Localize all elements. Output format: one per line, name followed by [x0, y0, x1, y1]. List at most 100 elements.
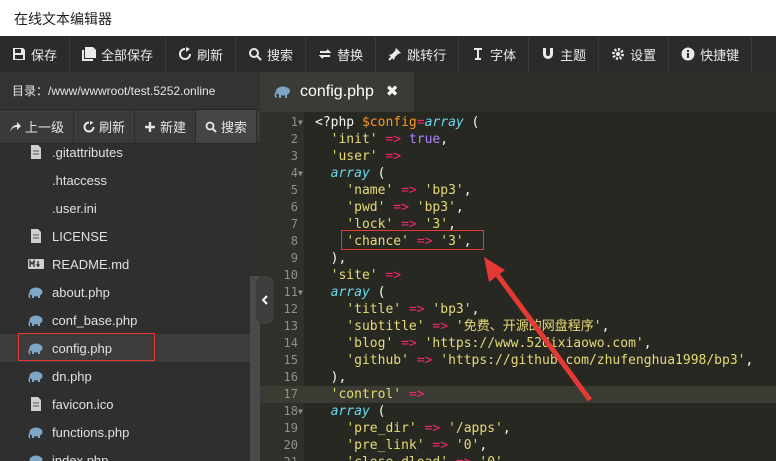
- file-name: favicon.ico: [52, 396, 114, 412]
- pin-icon: [388, 47, 402, 61]
- code-text: array (: [330, 166, 386, 181]
- code-text: ),: [315, 370, 347, 385]
- php-elephant-icon: [28, 368, 44, 384]
- markdown-icon: [28, 256, 44, 272]
- settings-label: 设置: [630, 47, 657, 63]
- file-item-about[interactable]: about.php: [0, 278, 250, 306]
- fold-arrow-icon[interactable]: ▼: [298, 403, 303, 420]
- title-bar: 在线文本编辑器: [0, 0, 776, 36]
- file-item-license[interactable]: LICENSE: [0, 222, 250, 250]
- file-name: .user.ini: [52, 200, 97, 216]
- code-line: 18 ▼ array (: [260, 403, 776, 420]
- code-line: 19 'pre_dir' => '/apps',: [260, 420, 776, 437]
- file-sidebar: 目录：/www/wwwroot/test.5252.online 上一级 刷新 …: [0, 72, 260, 461]
- directory-path: 目录：/www/wwwroot/test.5252.online: [0, 72, 260, 110]
- file-item-functions[interactable]: functions.php: [0, 418, 250, 446]
- line-number: 21: [260, 454, 298, 461]
- tab-config-php[interactable]: config.php ✖: [260, 72, 414, 112]
- goto-line-button[interactable]: 跳转行: [376, 36, 460, 72]
- search-label: 搜索: [267, 47, 294, 63]
- code-line: 13 'subtitle' => '免费、开源的网盘程序',: [260, 318, 776, 335]
- window-title: 在线文本编辑器: [14, 11, 112, 27]
- code-text: 'title' => 'bp3',: [346, 302, 480, 317]
- code-text: 'pre_link' => '0',: [346, 438, 488, 453]
- code-text: ),: [315, 251, 347, 266]
- annotation-box-chance-line: [341, 230, 484, 250]
- refresh-button[interactable]: 刷新: [166, 36, 237, 72]
- magnet-icon: [541, 47, 555, 61]
- shortcuts-button[interactable]: 快捷键: [669, 36, 753, 72]
- parent-dir-label: 上一级: [25, 120, 65, 135]
- settings-button[interactable]: 设置: [599, 36, 670, 72]
- code-text: 'pre_dir' => '/apps',: [346, 421, 511, 436]
- collapse-sidebar-button[interactable]: [256, 276, 274, 324]
- refresh-icon: [178, 47, 192, 61]
- php-elephant-icon: [274, 86, 290, 99]
- save-icon: [12, 47, 26, 61]
- plus-icon: [145, 121, 156, 132]
- save-button[interactable]: 保存: [0, 36, 71, 72]
- search-button[interactable]: 搜索: [236, 36, 307, 72]
- code-text: 'user' =>: [330, 149, 402, 164]
- file-item-index[interactable]: index.php: [0, 446, 250, 461]
- info-icon: [681, 47, 695, 61]
- code-text: 'control' =>: [330, 387, 425, 402]
- theme-button[interactable]: 主题: [529, 36, 600, 72]
- close-icon[interactable]: ✖: [386, 84, 400, 99]
- code-text: <?php $config=array (: [315, 115, 480, 130]
- code-line: 16 ),: [260, 369, 776, 386]
- file-item-conf-base[interactable]: conf_base.php: [0, 306, 250, 334]
- line-number: 14: [283, 336, 298, 350]
- code-line: 11 ▼ array (: [260, 284, 776, 301]
- file-icon: [28, 144, 44, 160]
- code-line: 9 ),: [260, 250, 776, 267]
- file-name: about.php: [52, 284, 110, 300]
- fold-arrow-icon[interactable]: ▼: [298, 284, 303, 301]
- line-number: 8: [290, 234, 298, 248]
- line-number: 4: [290, 166, 298, 180]
- code-line: 4 ▼ array (: [260, 165, 776, 182]
- line-number: 7: [290, 217, 298, 231]
- refresh-icon: [83, 120, 95, 132]
- code-area[interactable]: 1 ▼ <?php $config=array ( 2 'init' => tr…: [260, 112, 776, 461]
- file-icon: [28, 396, 44, 412]
- save-all-button[interactable]: 全部保存: [70, 36, 167, 72]
- code-text: array (: [330, 285, 386, 300]
- file-icon: [28, 228, 44, 244]
- fold-arrow-icon[interactable]: ▼: [298, 114, 303, 131]
- gear-icon: [611, 47, 625, 61]
- sidebar-refresh-label: 刷新: [99, 120, 126, 135]
- php-elephant-icon: [28, 284, 44, 300]
- code-text: 'site' =>: [330, 268, 402, 283]
- file-list: .gitattributes .htaccess .user.ini LICEN…: [0, 138, 250, 461]
- save-all-icon: [82, 47, 97, 61]
- line-number: 5: [290, 183, 298, 197]
- new-file-label: 新建: [160, 120, 187, 135]
- replace-button[interactable]: 替换: [306, 36, 377, 72]
- replace-label: 替换: [337, 47, 364, 63]
- code-line: 10 'site' =>: [260, 267, 776, 284]
- file-item-readme[interactable]: README.md: [0, 250, 250, 278]
- code-text: 'pwd' => 'bp3',: [346, 200, 464, 215]
- file-item-gitattributes[interactable]: .gitattributes: [0, 138, 250, 166]
- file-item-user-ini[interactable]: .user.ini: [0, 194, 250, 222]
- font-button[interactable]: 字体: [459, 36, 530, 72]
- save-label: 保存: [31, 47, 58, 63]
- line-number: 19: [283, 421, 298, 435]
- code-line-current: 17 'control' =>: [260, 386, 776, 403]
- file-name: README.md: [52, 256, 130, 272]
- file-name: index.php: [52, 452, 109, 461]
- file-item-favicon[interactable]: favicon.ico: [0, 390, 250, 418]
- line-number: 15: [283, 353, 298, 367]
- php-elephant-icon: [28, 312, 44, 328]
- file-item-dn[interactable]: dn.php: [0, 362, 250, 390]
- fold-arrow-icon[interactable]: ▼: [298, 165, 303, 182]
- font-label: 字体: [490, 47, 517, 63]
- code-line: 5 'name' => 'bp3',: [260, 182, 776, 199]
- file-item-htaccess[interactable]: .htaccess: [0, 166, 250, 194]
- php-elephant-icon: [28, 424, 44, 440]
- code-text: array (: [330, 404, 386, 419]
- code-text: 'github' => 'https://github.com/zhufengh…: [346, 353, 754, 368]
- goto-line-label: 跳转行: [407, 47, 447, 63]
- file-name: conf_base.php: [52, 312, 138, 328]
